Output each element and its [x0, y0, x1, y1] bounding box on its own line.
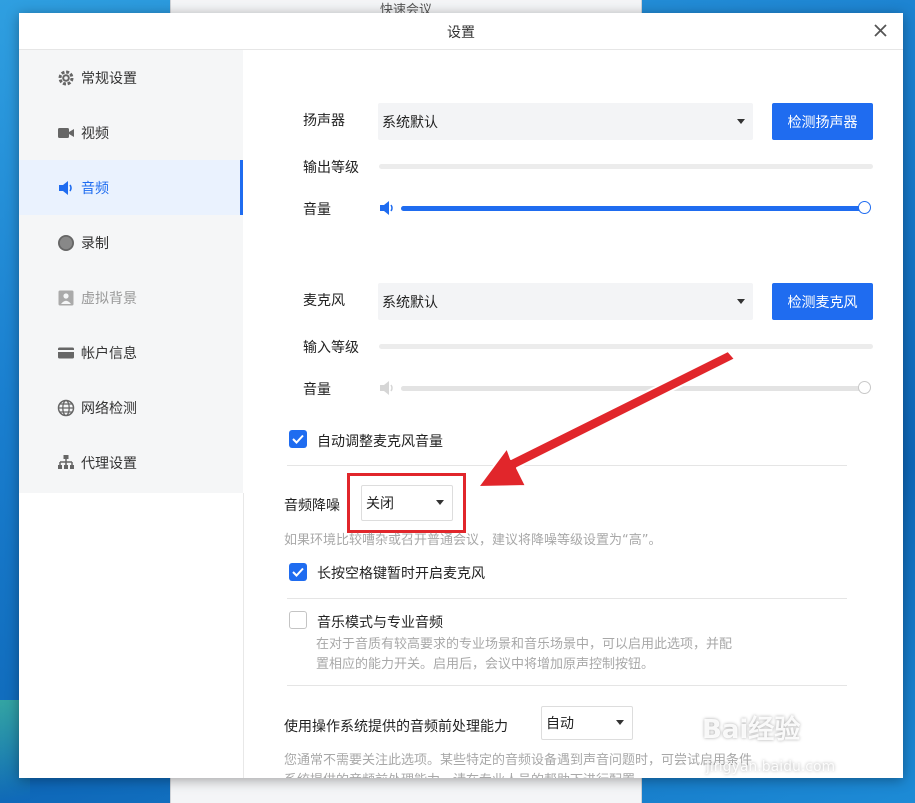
red-arrow-annotation — [477, 350, 736, 488]
